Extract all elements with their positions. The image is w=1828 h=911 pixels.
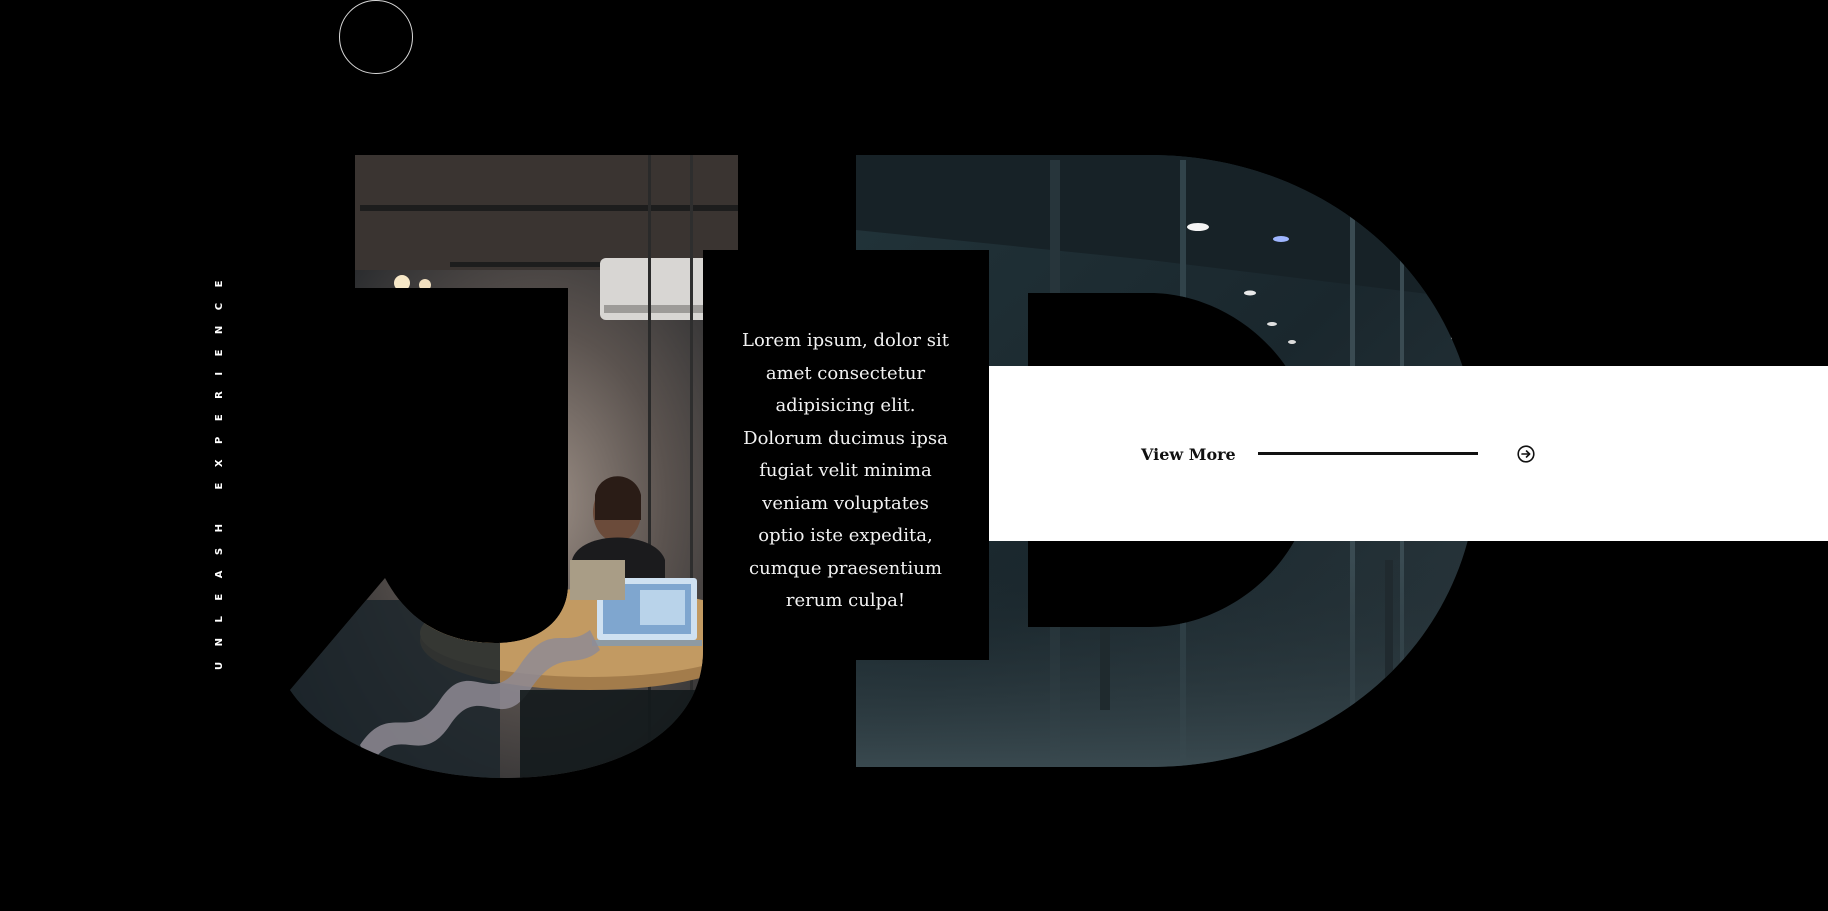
- decorative-circle: [339, 0, 413, 74]
- view-more-underline: [1258, 452, 1478, 455]
- office-photo-j: [290, 155, 738, 778]
- vertical-tagline: UNLEASH EXPERIENCE: [214, 265, 225, 670]
- arrow-circle-right-icon[interactable]: [1517, 445, 1535, 463]
- intro-paragraph: Lorem ipsum, dolor sit amet consectetur …: [742, 330, 949, 611]
- view-more-link[interactable]: View More: [1141, 443, 1236, 467]
